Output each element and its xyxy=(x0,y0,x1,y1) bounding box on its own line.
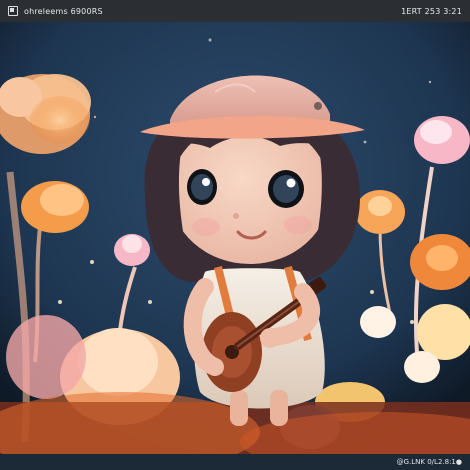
header-right-text: 1ERT 253 3:21 xyxy=(401,6,462,16)
footer-caption: @G.LNK 0/L2.8:1● xyxy=(396,458,462,466)
bottom-caption-bar: @G.LNK 0/L2.8:1● xyxy=(0,454,470,470)
top-left-group: ohreleems 6900RS xyxy=(8,6,103,16)
header-left-text: ohreleems 6900RS xyxy=(24,6,103,16)
image-frame: ohreleems 6900RS 1ERT 253 3:21 @G.LNK 0/… xyxy=(0,0,470,470)
logo-icon xyxy=(8,6,18,16)
illustration-scene xyxy=(0,22,470,454)
scene-svg xyxy=(0,22,470,454)
top-info-bar: ohreleems 6900RS 1ERT 253 3:21 xyxy=(0,0,470,22)
